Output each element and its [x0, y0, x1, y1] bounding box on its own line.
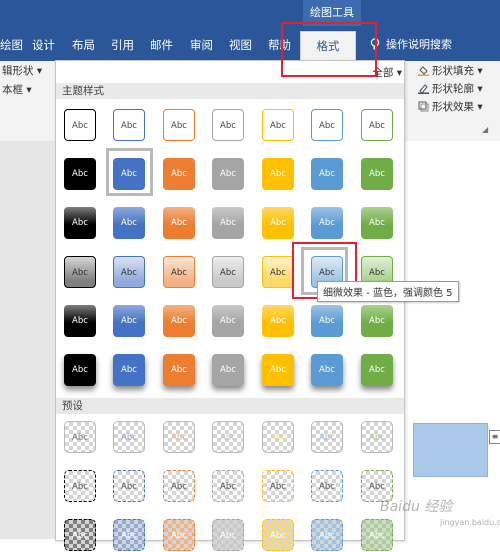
style-swatch[interactable]: Abc	[212, 519, 244, 551]
edit-shape-label: 辑形状	[2, 65, 34, 77]
style-swatch[interactable]: Abc	[64, 207, 96, 239]
style-swatch[interactable]: Abc	[262, 421, 294, 453]
shape-fill-button[interactable]: 形状填充 ▾	[418, 63, 483, 78]
watermark-url: jingyan.baidu.com	[440, 518, 500, 527]
style-swatch[interactable]: Abc	[113, 519, 145, 551]
style-swatch[interactable]: Abc	[163, 158, 195, 190]
selected-style-frame	[106, 148, 153, 196]
style-swatch[interactable]: Abc	[64, 256, 96, 288]
presets-header: 预设	[56, 398, 404, 414]
shape-effects-icon	[418, 101, 429, 112]
style-swatch[interactable]: Abc	[361, 305, 393, 337]
watermark-logo: Baidu 经验	[380, 499, 453, 515]
style-swatch[interactable]: Abc	[361, 158, 393, 190]
style-swatch[interactable]: Abc	[113, 109, 145, 141]
style-swatch[interactable]: Abc	[163, 207, 195, 239]
style-swatch[interactable]: Abc	[212, 305, 244, 337]
style-swatch[interactable]: Abc	[311, 354, 343, 386]
style-swatch[interactable]: Abc	[262, 470, 294, 502]
style-swatch[interactable]: Abc	[212, 256, 244, 288]
style-swatch[interactable]: Abc	[361, 421, 393, 453]
style-swatch[interactable]: Abc	[212, 207, 244, 239]
style-swatch[interactable]: Abc	[212, 470, 244, 502]
style-swatch[interactable]: Abc	[262, 305, 294, 337]
style-swatch[interactable]: Abc	[64, 519, 96, 551]
style-swatch[interactable]: Abc	[64, 158, 96, 190]
theme-styles-header: 主题样式	[56, 83, 404, 99]
style-swatch[interactable]: Abc	[262, 354, 294, 386]
style-swatch[interactable]: Abc	[361, 519, 393, 551]
style-swatch[interactable]: Abc	[113, 470, 145, 502]
document-page	[403, 141, 500, 539]
tab-draw[interactable]: 绘图	[0, 34, 23, 56]
style-swatch[interactable]: Abc	[64, 305, 96, 337]
text-box-button[interactable]: 本框 ▾	[2, 82, 32, 97]
style-swatch[interactable]: Abc	[163, 305, 195, 337]
tab-mailings[interactable]: 邮件	[150, 34, 173, 56]
style-swatch[interactable]: Abc	[262, 519, 294, 551]
style-swatch[interactable]: Abc	[311, 158, 343, 190]
shape-effects-button[interactable]: 形状效果 ▾	[418, 99, 483, 114]
style-swatch[interactable]: Abc	[64, 470, 96, 502]
style-swatch[interactable]: Abc	[163, 109, 195, 141]
style-swatch[interactable]: Abc	[212, 109, 244, 141]
shape-effects-label: 形状效果	[432, 101, 474, 113]
style-swatch[interactable]: Abc	[113, 207, 145, 239]
style-swatch[interactable]: Abc	[311, 305, 343, 337]
style-swatch[interactable]: Abc	[212, 421, 244, 453]
style-swatch[interactable]: Abc	[361, 207, 393, 239]
style-swatch[interactable]: Abc	[262, 109, 294, 141]
tab-references[interactable]: 引用	[111, 34, 134, 56]
style-swatch[interactable]: Abc	[311, 109, 343, 141]
style-swatch[interactable]: Abc	[113, 421, 145, 453]
style-swatch[interactable]: Abc	[311, 470, 343, 502]
style-swatch[interactable]: Abc	[163, 470, 195, 502]
text-box-label: 本框	[2, 84, 23, 96]
style-swatch[interactable]: Abc	[64, 354, 96, 386]
style-swatch[interactable]: Abc	[262, 158, 294, 190]
style-swatch[interactable]: Abc	[212, 158, 244, 190]
style-swatch[interactable]: Abc	[163, 256, 195, 288]
shape-fill-label: 形状填充	[432, 65, 474, 77]
style-swatch[interactable]: Abc	[163, 421, 195, 453]
style-swatch[interactable]: Abc	[361, 109, 393, 141]
style-swatch[interactable]: Abc	[113, 305, 145, 337]
tab-review[interactable]: 审阅	[190, 34, 213, 56]
dialog-launcher-icon[interactable]: ◢	[482, 125, 488, 134]
style-swatch[interactable]: Abc	[212, 354, 244, 386]
paint-bucket-icon	[418, 66, 429, 76]
tab-design[interactable]: 设计	[32, 34, 55, 56]
edit-shape-button[interactable]: 辑形状 ▾	[2, 63, 42, 78]
tab-layout[interactable]: 布局	[72, 34, 95, 56]
style-swatch[interactable]: Abc	[113, 256, 145, 288]
style-swatch[interactable]: Abc	[311, 207, 343, 239]
tell-me-search[interactable]: 操作说明搜索	[386, 34, 452, 56]
pen-icon	[418, 84, 429, 94]
style-swatch[interactable]: Abc	[311, 421, 343, 453]
shape-outline-button[interactable]: 形状轮廓 ▾	[418, 81, 483, 96]
style-swatch[interactable]: Abc	[163, 354, 195, 386]
format-tab-highlight	[281, 22, 377, 77]
style-swatch[interactable]: Abc	[262, 256, 294, 288]
shape-outline-label: 形状轮廓	[432, 83, 474, 95]
style-swatch[interactable]: Abc	[311, 519, 343, 551]
selected-shape[interactable]	[413, 423, 488, 477]
style-swatch[interactable]: Abc	[361, 354, 393, 386]
style-swatch[interactable]: Abc	[262, 207, 294, 239]
tab-view[interactable]: 视图	[229, 34, 252, 56]
style-swatch[interactable]: Abc	[64, 109, 96, 141]
style-swatch[interactable]: Abc	[113, 354, 145, 386]
style-swatch[interactable]: Abc	[64, 421, 96, 453]
style-swatch[interactable]: Abc	[163, 519, 195, 551]
style-tooltip: 细微效果 - 蓝色，强调颜色 5	[317, 281, 459, 302]
layout-options-icon[interactable]: ≡	[489, 430, 500, 444]
